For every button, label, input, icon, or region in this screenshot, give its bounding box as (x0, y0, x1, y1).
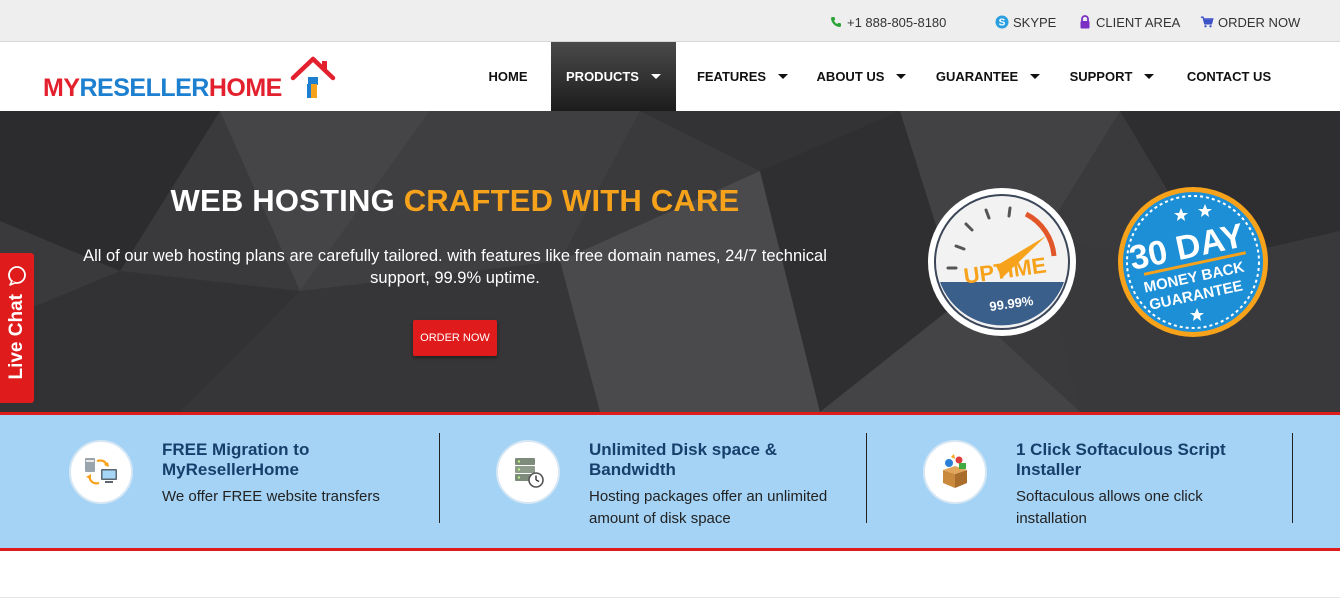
chat-bubble-icon (8, 266, 26, 286)
svg-text:S: S (999, 18, 1006, 29)
site-header: MYRESELLERHOME HOME PRODUCTS FEATURES AB… (0, 42, 1340, 111)
top-bar: +1 888-805-8180 S SKYPE CLIENT AREA ORDE… (0, 0, 1340, 42)
hero-banner: WEB HOSTING CRAFTED WITH CARE All of our… (0, 111, 1340, 412)
feature-description: Softaculous allows one click installatio… (1016, 488, 1203, 527)
feature-disk-space: Unlimited Disk space & Bandwidth Hosting… (496, 415, 856, 548)
house-icon (290, 56, 336, 98)
phone-number: +1 888-805-8180 (847, 14, 947, 30)
money-back-badge: 30 DAY MONEY BACK GUARANTEE (1118, 187, 1268, 337)
site-logo[interactable]: MYRESELLERHOME (43, 56, 338, 102)
lock-icon (1078, 15, 1092, 29)
feature-title: Unlimited Disk space & Bandwidth (589, 440, 778, 479)
logo-wordmark: MYRESELLERHOME (43, 74, 282, 102)
chevron-down-icon (1030, 74, 1041, 79)
software-box-icon (923, 440, 987, 504)
hero-subtitle: All of our web hosting plans are careful… (83, 247, 827, 287)
skype-link[interactable]: S SKYPE (995, 14, 1056, 30)
features-strip: FREE Migration to MyResellerHome We offe… (0, 412, 1340, 551)
feature-softaculous: 1 Click Softaculous Script Installer Sof… (923, 415, 1283, 548)
chevron-down-icon (778, 74, 789, 79)
feature-divider (439, 433, 440, 523)
nav-features[interactable]: FEATURES (690, 42, 795, 111)
chevron-down-icon (650, 74, 661, 79)
phone-link[interactable]: +1 888-805-8180 (829, 14, 946, 30)
client-area-label: CLIENT AREA (1096, 14, 1181, 30)
client-area-link[interactable]: CLIENT AREA (1078, 14, 1180, 30)
feature-migration: FREE Migration to MyResellerHome We offe… (69, 415, 429, 548)
feature-title: FREE Migration to MyResellerHome (162, 440, 310, 479)
uptime-badge: UPTIME 99.99% (928, 188, 1076, 336)
feature-title: 1 Click Softaculous Script Installer (1016, 440, 1226, 479)
nav-support[interactable]: SUPPORT (1061, 42, 1163, 111)
order-now-label: ORDER NOW (1218, 14, 1301, 30)
order-now-link[interactable]: ORDER NOW (1200, 14, 1300, 30)
phone-icon (829, 15, 843, 29)
hero-title: WEB HOSTING CRAFTED WITH CARE (170, 183, 740, 218)
nav-products[interactable]: PRODUCTS (551, 42, 676, 111)
feature-divider (866, 433, 867, 523)
nav-about-us[interactable]: ABOUT US (808, 42, 915, 111)
feature-divider (1292, 433, 1293, 523)
nav-home[interactable]: HOME (477, 42, 539, 111)
nav-contact-us[interactable]: CONTACT US (1177, 42, 1281, 111)
live-chat-label: Live Chat (6, 294, 27, 380)
skype-icon: S (995, 15, 1009, 29)
hero-order-now-button[interactable]: ORDER NOW (413, 320, 497, 356)
chevron-down-icon (896, 74, 907, 79)
nav-guarantee[interactable]: GUARANTEE (929, 42, 1047, 111)
feature-description: We offer FREE website transfers (162, 488, 380, 505)
page-content-area (0, 551, 1340, 598)
live-chat-tab[interactable]: Live Chat (0, 253, 34, 403)
chevron-down-icon (1144, 74, 1155, 79)
migration-icon (69, 440, 133, 504)
server-icon (496, 440, 560, 504)
feature-description: Hosting packages offer an unlimited amou… (589, 488, 828, 527)
skype-label: SKYPE (1013, 14, 1057, 30)
cart-icon (1200, 15, 1214, 29)
